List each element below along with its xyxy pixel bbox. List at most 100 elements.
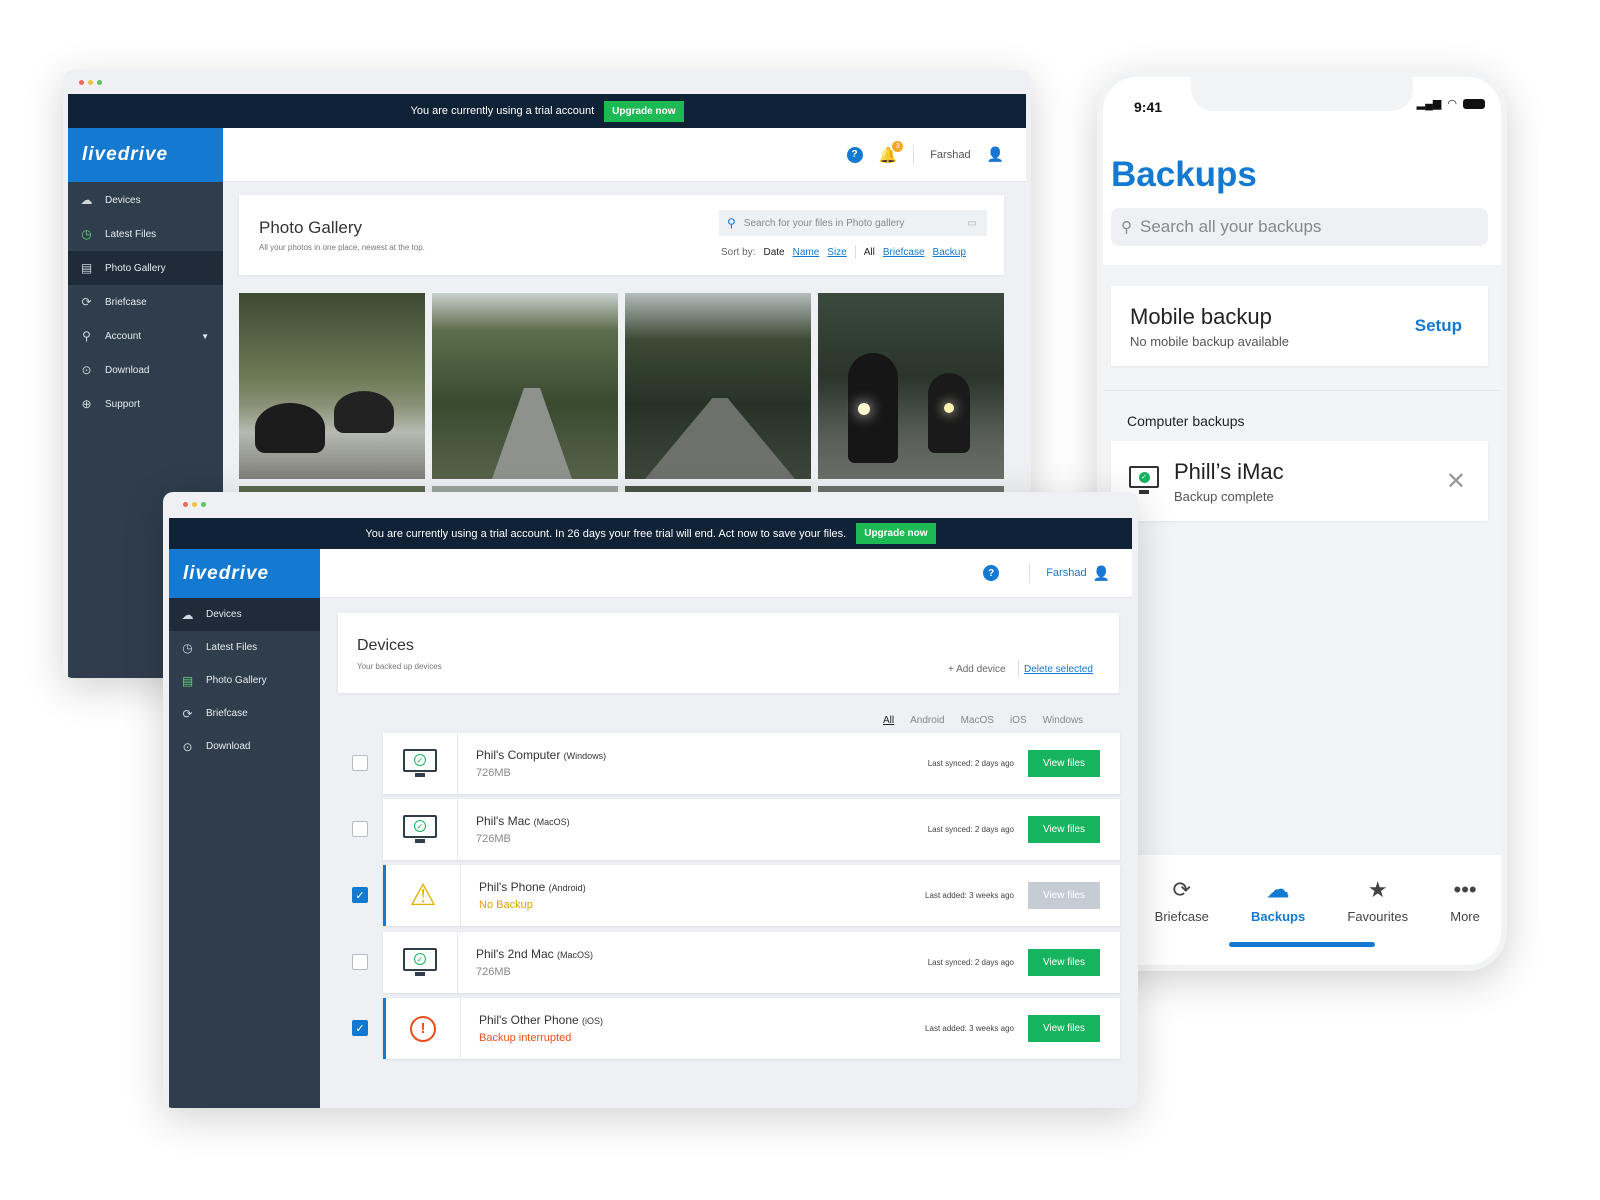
more-icon: ••• (1453, 877, 1477, 902)
row-checkbox[interactable]: ✓ (352, 887, 368, 903)
window-controls[interactable] (79, 80, 102, 85)
view-files-button[interactable]: View files (1028, 750, 1100, 777)
nav-label: Briefcase (206, 708, 248, 719)
notch (1191, 77, 1413, 111)
gallery-photo[interactable] (625, 293, 811, 479)
search-icon: ⚲ (727, 216, 736, 230)
filter-backup[interactable]: Backup (933, 247, 966, 258)
sort-date[interactable]: Date (763, 247, 784, 258)
page-title: Photo Gallery (259, 218, 362, 237)
row-checkbox[interactable] (352, 821, 368, 837)
wifi-icon: ◠ (1447, 98, 1457, 110)
sidebar-item-photo-gallery[interactable]: ▤ Photo Gallery (169, 664, 320, 697)
monitor-icon: ✓ (1129, 466, 1159, 488)
view-files-button[interactable]: View files (1028, 816, 1100, 843)
user-icon[interactable]: 👤 (1093, 565, 1110, 582)
sort-size[interactable]: Size (827, 247, 846, 258)
sidebar-item-briefcase[interactable]: ⟳ Briefcase (169, 697, 320, 730)
delete-selected-button[interactable]: Delete selected (1024, 664, 1093, 675)
filter-all[interactable]: All (864, 247, 875, 258)
sidebar-item-latest-files[interactable]: ◷ Latest Files (169, 631, 320, 664)
help-icon[interactable]: ? (846, 146, 863, 163)
computer-backup-card[interactable]: ✓ Phill’s iMac Backup complete ✕ (1111, 441, 1488, 521)
filter-android[interactable]: Android (910, 715, 944, 726)
sidebar-item-account[interactable]: ⚲ Account ▼ (68, 319, 223, 353)
sidebar-item-download[interactable]: ⊙ Download (68, 353, 223, 387)
tab-briefcase[interactable]: ⟳ Briefcase (1155, 877, 1209, 957)
sidebar-item-devices[interactable]: ☁ Devices (68, 183, 223, 217)
support-icon: ⊕ (81, 397, 92, 411)
gallery-photo[interactable] (239, 293, 425, 479)
user-icon[interactable]: 👤 (987, 146, 1004, 163)
row-checkbox[interactable]: ✓ (352, 1020, 368, 1036)
mobile-backup-title: Mobile backup (1130, 304, 1272, 329)
upgrade-button[interactable]: Upgrade now (856, 523, 936, 544)
row-checkbox[interactable] (352, 755, 368, 771)
tab-label: Favourites (1347, 909, 1409, 924)
last-sync: Last synced: 2 days ago (927, 825, 1014, 834)
filter-ios[interactable]: iOS (1010, 715, 1027, 726)
download-icon: ⊙ (81, 363, 92, 377)
gallery-icon: ▤ (80, 261, 93, 275)
device-row[interactable]: ! Phil's Other Phone (iOS) Backup interrup… (383, 998, 1120, 1059)
search-input[interactable]: ⚲ Search for your files in Photo gallery… (719, 210, 987, 236)
phone-frame: 9:41 ▂▄▆ ◠ Backups ⚲ Search all your bac… (1097, 71, 1507, 971)
sort-label: Sort by: (721, 246, 756, 258)
sidebar-item-devices[interactable]: ☁ Devices (169, 598, 320, 631)
logo[interactable]: livedrive (68, 128, 223, 182)
mobile-backup-card[interactable]: Mobile backup No mobile backup available… (1111, 286, 1488, 366)
trial-banner: You are currently using a trial account.… (169, 518, 1132, 549)
add-device-button[interactable]: + Add device (948, 664, 1006, 675)
sidebar-item-support[interactable]: ⊕ Support (68, 387, 223, 421)
bell-icon[interactable]: 🔔 3 (879, 140, 904, 164)
sidebar-item-latest-files[interactable]: ◷ Latest Files (68, 217, 223, 251)
tab-more[interactable]: ••• More (1450, 877, 1480, 957)
row-checkbox[interactable] (352, 954, 368, 970)
cloud-icon: ☁ (80, 193, 93, 207)
gallery-photo[interactable] (818, 293, 1004, 479)
logo[interactable]: livedrive (169, 549, 320, 598)
view-files-button[interactable]: View files (1028, 882, 1100, 909)
close-icon[interactable]: ✕ (1446, 467, 1466, 496)
device-row[interactable]: ✓ Phil's 2nd Mac (MacOS) 726MB Last synced:… (383, 932, 1120, 993)
last-sync: Last added: 3 weeks ago (925, 891, 1014, 900)
sidebar-item-download[interactable]: ⊙ Download (169, 730, 320, 763)
view-files-button[interactable]: View files (1028, 1015, 1100, 1042)
filter-briefcase[interactable]: Briefcase (883, 247, 925, 258)
sidebar-item-photo-gallery[interactable]: ▤ Photo Gallery (68, 251, 223, 285)
setup-button[interactable]: Setup (1415, 316, 1462, 336)
divider (854, 245, 856, 259)
device-row[interactable]: ⚠ Phil's Phone (Android) No Backup Last add… (383, 865, 1120, 926)
search-input[interactable]: ⚲ Search all your backups (1111, 208, 1488, 246)
filter-macos[interactable]: MacOS (961, 715, 994, 726)
sort-name[interactable]: Name (793, 247, 820, 258)
nav-label: Briefcase (105, 296, 147, 308)
device-os: (MacOS) (533, 817, 570, 827)
monitor-icon: ✓ (383, 733, 458, 794)
page-subtitle: Your backed up devices (357, 662, 442, 671)
device-row[interactable]: ✓ Phil's Computer (Windows) 726MB Last sync… (383, 733, 1120, 794)
device-status: No Backup (479, 899, 533, 911)
upgrade-button[interactable]: Upgrade now (604, 100, 684, 122)
account-icon: ⚲ (82, 329, 91, 343)
view-files-button[interactable]: View files (1028, 949, 1100, 976)
search-placeholder: Search all your backups (1140, 217, 1322, 236)
search-icon: ⚲ (1121, 219, 1132, 236)
device-name: Phil's Other Phone (iOS) (479, 1013, 604, 1027)
nav-label: Account (105, 330, 142, 342)
device-os: (iOS) (582, 1016, 604, 1026)
content-area: Mobile backup No mobile backup available… (1103, 265, 1501, 855)
device-info: Phil's 2nd Mac (MacOS) 726MB (476, 947, 928, 978)
device-row[interactable]: ✓ Phil's Mac (MacOS) 726MB Last synced: 2 d… (383, 799, 1120, 860)
gallery-photo[interactable] (432, 293, 618, 479)
top-bar: ? Farshad 👤 (320, 549, 1132, 598)
user-name[interactable]: Farshad (930, 149, 970, 161)
sidebar-item-briefcase[interactable]: ⟳ Briefcase (68, 285, 223, 319)
filter-all[interactable]: All (883, 715, 894, 726)
help-icon[interactable]: ? (983, 565, 1000, 581)
error-icon: ! (386, 998, 461, 1059)
computer-backups-label: Computer backups (1127, 413, 1245, 429)
user-name[interactable]: Farshad (1046, 567, 1086, 579)
window-controls[interactable] (183, 502, 206, 507)
filter-windows[interactable]: Windows (1043, 715, 1084, 726)
